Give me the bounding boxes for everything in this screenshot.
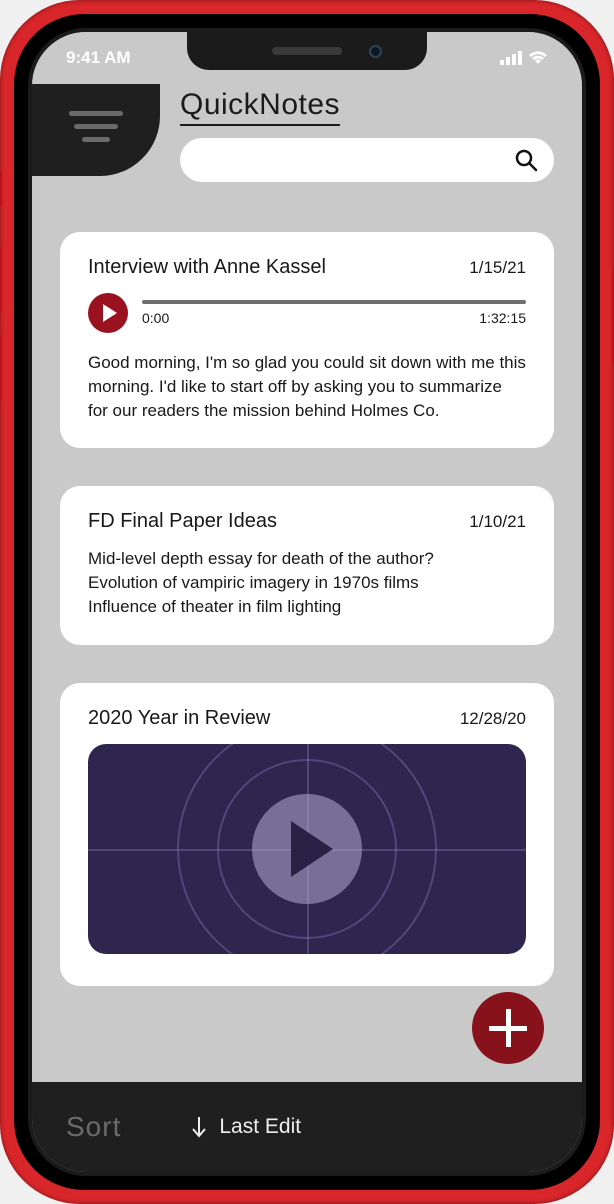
audio-start-time: 0:00 xyxy=(142,310,169,326)
signal-icon xyxy=(500,51,522,65)
search-field[interactable] xyxy=(196,151,514,169)
note-body: Good morning, I'm so glad you could sit … xyxy=(88,351,526,422)
menu-button[interactable] xyxy=(32,76,160,176)
audio-end-time: 1:32:15 xyxy=(479,310,526,326)
add-note-button[interactable] xyxy=(472,992,544,1064)
note-date: 12/28/20 xyxy=(460,709,526,729)
video-thumbnail[interactable] xyxy=(88,744,526,954)
menu-icon xyxy=(69,111,123,142)
note-body: Mid-level depth essay for death of the a… xyxy=(88,547,526,618)
note-card[interactable]: Interview with Anne Kassel 1/15/21 0:00 xyxy=(60,232,554,448)
search-icon xyxy=(514,148,538,172)
sort-label: Sort xyxy=(66,1111,121,1143)
play-icon xyxy=(103,304,117,322)
arrow-down-icon xyxy=(191,1116,207,1138)
sort-button[interactable]: Last Edit xyxy=(191,1115,301,1139)
video-play-button[interactable] xyxy=(252,794,362,904)
sort-value-label: Last Edit xyxy=(219,1115,301,1139)
status-icons xyxy=(500,51,548,65)
note-date: 1/15/21 xyxy=(469,258,526,278)
note-date: 1/10/21 xyxy=(469,512,526,532)
audio-scrubber[interactable]: 0:00 1:32:15 xyxy=(142,300,526,326)
note-title: FD Final Paper Ideas xyxy=(88,510,277,533)
note-card[interactable]: FD Final Paper Ideas 1/10/21 Mid-level d… xyxy=(60,486,554,644)
play-icon xyxy=(291,821,333,877)
note-card[interactable]: 2020 Year in Review 12/28/20 xyxy=(60,683,554,986)
audio-play-button[interactable] xyxy=(88,293,128,333)
bottom-bar: Sort Last Edit xyxy=(32,1082,582,1172)
status-time: 9:41 AM xyxy=(66,48,131,68)
note-title: Interview with Anne Kassel xyxy=(88,256,326,279)
note-title: 2020 Year in Review xyxy=(88,707,270,730)
search-input[interactable] xyxy=(180,138,554,182)
wifi-icon xyxy=(528,51,548,65)
app-title: QuickNotes xyxy=(180,88,340,126)
